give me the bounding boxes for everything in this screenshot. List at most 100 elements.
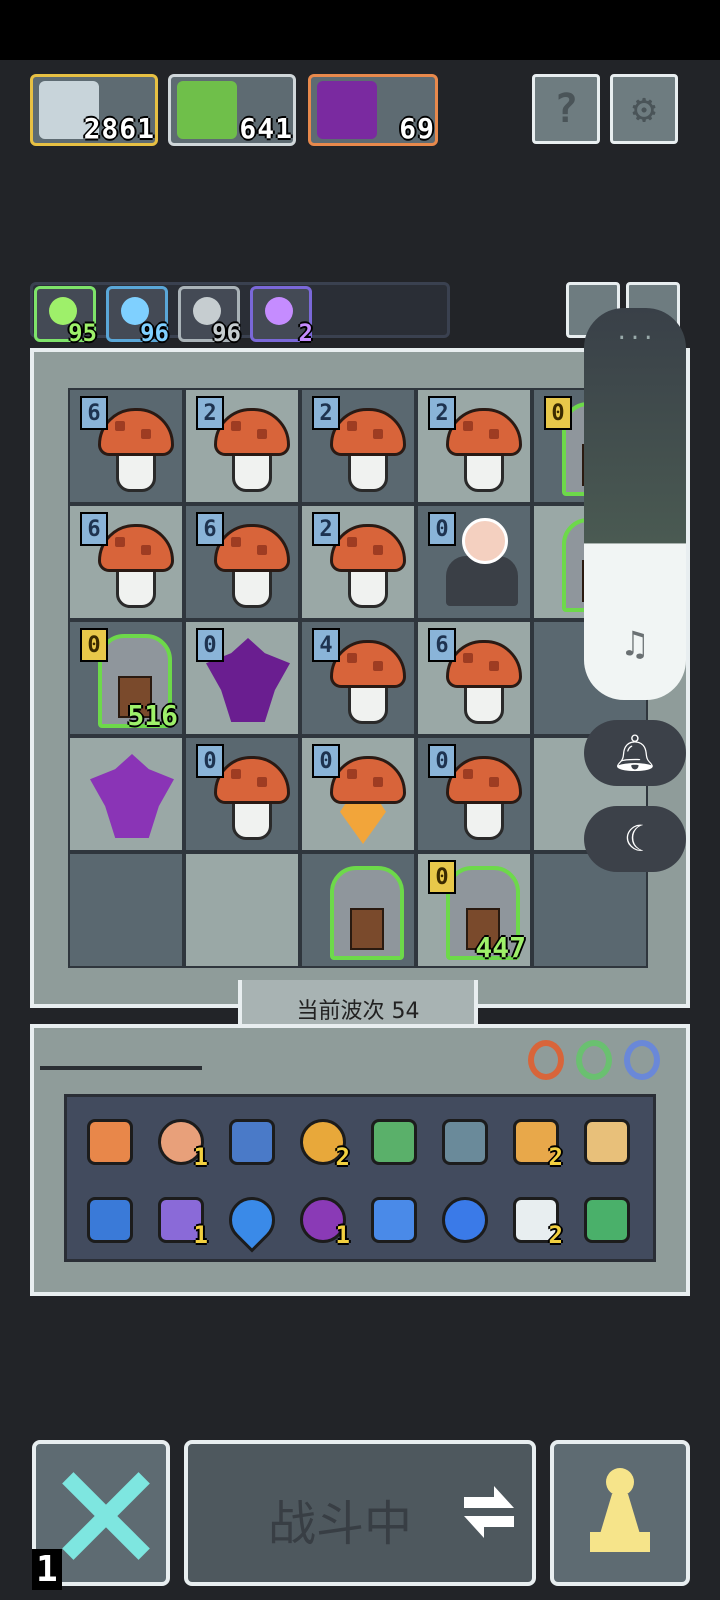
unit-count-badge: 4 — [312, 628, 340, 662]
board-cell[interactable] — [300, 852, 416, 968]
board-cell[interactable]: 2 — [184, 388, 300, 504]
mushroom-icon — [446, 640, 522, 688]
board-cell[interactable]: 2 — [416, 388, 532, 504]
board-cell[interactable]: 0 — [300, 736, 416, 852]
board-cell[interactable]: 0 516 — [68, 620, 184, 736]
board-cell[interactable]: 2 — [300, 388, 416, 504]
mushroom-icon — [98, 408, 174, 456]
board-cell[interactable] — [68, 852, 184, 968]
green-feather-icon — [584, 1197, 630, 1243]
unit-count-badge: 0 — [312, 744, 340, 778]
board-cell[interactable]: 0 — [184, 736, 300, 852]
board-cell[interactable]: 0 — [416, 736, 532, 852]
inventory-item[interactable] — [434, 1111, 490, 1167]
stat-spiral: 96 — [106, 286, 169, 347]
resource-green-slime: 641 — [168, 74, 296, 146]
whale-icon — [442, 1197, 488, 1243]
stat-value: 96 — [140, 319, 169, 347]
board-cell[interactable]: 6 — [68, 504, 184, 620]
unit-count-badge: 2 — [312, 396, 340, 430]
board-cell[interactable]: 6 — [416, 620, 532, 736]
unit-count-badge: 6 — [80, 512, 108, 546]
inventory-item[interactable]: 1 — [150, 1111, 208, 1171]
board-cell[interactable]: 0 — [184, 620, 300, 736]
battle-button[interactable]: 战斗中 — [184, 1440, 536, 1586]
unit-count-badge: 6 — [428, 628, 456, 662]
board-cell[interactable] — [184, 852, 300, 968]
mushroom-icon — [330, 408, 406, 456]
unit-count-badge: 0 — [196, 744, 224, 778]
resource-count: 2861 — [83, 112, 155, 145]
gravestone-icon — [330, 866, 404, 960]
pawn-icon — [590, 1468, 650, 1564]
unit-count-badge: 6 — [196, 512, 224, 546]
volume-slider[interactable]: ··· ♫ — [584, 308, 686, 700]
mushroom-icon — [446, 756, 522, 804]
stat-value: 2 — [298, 319, 313, 347]
character-button[interactable] — [550, 1440, 690, 1586]
unit-count-badge: 0 — [80, 628, 108, 662]
wave-label: 当前波次 54 — [296, 999, 420, 1024]
inventory-item[interactable] — [79, 1189, 135, 1245]
item-quantity: 2 — [548, 1221, 563, 1249]
mushroom-icon — [98, 524, 174, 572]
item-quantity: 1 — [193, 1221, 208, 1249]
board-cell[interactable] — [68, 736, 184, 852]
arrow-icon — [371, 1119, 417, 1165]
dnd-button[interactable]: ☾ — [584, 806, 686, 872]
ring-slot-icon[interactable] — [528, 1040, 564, 1080]
inventory-item[interactable]: 2 — [292, 1111, 350, 1171]
mushroom-icon — [330, 524, 406, 572]
cancel-badge: 1 — [32, 1549, 62, 1590]
bell-button[interactable]: 🔔︎ — [584, 720, 686, 786]
inventory-item[interactable]: 2 — [505, 1111, 563, 1171]
item-quantity: 2 — [548, 1143, 563, 1171]
more-icon: ··· — [615, 326, 655, 351]
resource-count: 69 — [399, 112, 435, 145]
board-cell[interactable]: 0 — [416, 504, 532, 620]
inventory-item[interactable] — [576, 1189, 632, 1245]
inventory-item[interactable] — [219, 1187, 285, 1253]
demon-icon — [90, 754, 174, 838]
mushroom-icon — [330, 756, 406, 804]
goggles-icon — [229, 1119, 275, 1165]
settings-button[interactable]: ⚙ — [610, 74, 678, 144]
item-quantity: 1 — [193, 1143, 208, 1171]
inventory-item[interactable] — [221, 1111, 277, 1167]
inventory-item[interactable] — [576, 1111, 632, 1167]
resource-count: 641 — [239, 112, 293, 145]
cancel-button[interactable]: 1 — [32, 1440, 170, 1590]
board-cell[interactable]: 6 — [68, 388, 184, 504]
unit-count-badge: 0 — [196, 628, 224, 662]
unit-count-badge: 0 — [428, 744, 456, 778]
battle-label: 战斗中 — [268, 1496, 413, 1552]
stat-value: 96 — [212, 319, 241, 347]
status-bar — [0, 0, 720, 60]
inventory-item[interactable]: 1 — [292, 1189, 350, 1249]
inventory-item[interactable] — [434, 1189, 490, 1245]
unit-hp: 516 — [127, 699, 178, 732]
bone-claw-icon — [584, 1119, 630, 1165]
inventory-item[interactable]: 1 — [150, 1189, 208, 1249]
ring-slot-icon[interactable] — [624, 1040, 660, 1080]
water-drop-icon — [219, 1187, 285, 1253]
gem-icon — [340, 798, 386, 844]
mushroom-icon — [214, 524, 290, 572]
music-note-icon: ♫ — [624, 624, 646, 665]
inventory-item[interactable] — [363, 1111, 419, 1167]
mushroom-icon — [214, 756, 290, 804]
resource-purple-demon: 69 — [308, 74, 438, 146]
help-button[interactable]: ? — [532, 74, 600, 144]
ring-slot-icon[interactable] — [576, 1040, 612, 1080]
inventory-item[interactable] — [79, 1111, 135, 1167]
board-cell[interactable]: 2 — [300, 504, 416, 620]
inventory-tab[interactable] — [40, 1032, 202, 1070]
swap-icon — [464, 1486, 514, 1542]
unit-count-badge: 0 — [428, 860, 456, 894]
purple-demon-icon — [317, 81, 377, 139]
board-cell[interactable]: 0 447 — [416, 852, 532, 968]
inventory-item[interactable]: 2 — [505, 1189, 563, 1249]
board-cell[interactable]: 4 — [300, 620, 416, 736]
inventory-item[interactable] — [363, 1189, 419, 1245]
board-cell[interactable]: 6 — [184, 504, 300, 620]
